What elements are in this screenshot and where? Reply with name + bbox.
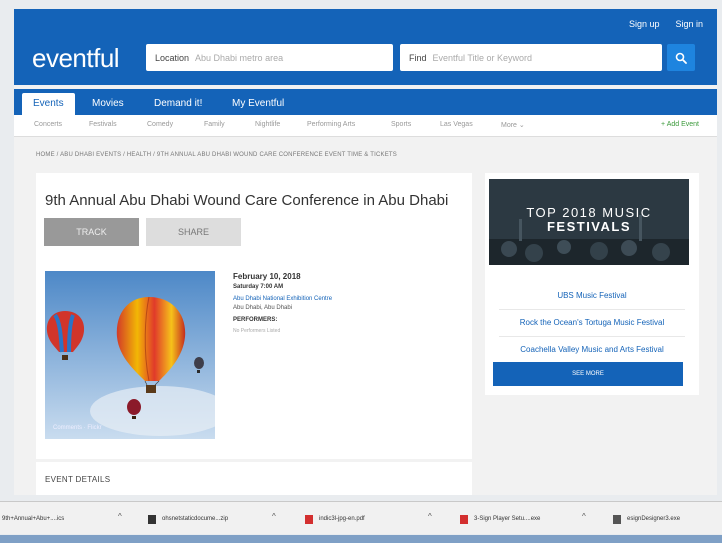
event-details-card: EVENT DETAILS (36, 462, 472, 495)
category-sports[interactable]: Sports (391, 121, 411, 128)
tab-movies[interactable]: Movies (92, 93, 124, 115)
account-links: Sign up Sign in (629, 19, 703, 29)
share-button[interactable]: SHARE (146, 218, 241, 246)
download-filename: esignDesigner3.exe (627, 516, 681, 522)
installer-icon (613, 514, 621, 524)
category-more[interactable]: More ⌄ (501, 121, 525, 129)
location-value: Abu Dhabi metro area (195, 52, 284, 63)
category-festivals[interactable]: Festivals (89, 121, 117, 128)
location-label: Location (155, 52, 190, 63)
os-taskbar (0, 535, 722, 543)
category-las-vegas[interactable]: Las Vegas (440, 121, 473, 128)
tab-events[interactable]: Events (22, 93, 75, 115)
performers-heading: PERFORMERS: (233, 317, 278, 323)
download-item[interactable]: ohsnetstaticdocume...zip (148, 513, 228, 525)
divider (499, 336, 685, 337)
event-date: February 10, 2018 (233, 272, 301, 281)
category-comedy[interactable]: Comedy (147, 121, 173, 128)
venue-link[interactable]: Abu Dhabi National Exhibition Centre (233, 296, 332, 302)
divider (499, 309, 685, 310)
chevron-up-icon[interactable]: ^ (582, 512, 586, 521)
banner-text: TOP 2018 MUSIC FESTIVALS (489, 205, 689, 234)
festival-link[interactable]: Rock the Ocean's Tortuga Music Festival (485, 318, 699, 327)
installer-icon (460, 514, 468, 524)
music-festivals-banner[interactable]: TOP 2018 MUSIC FESTIVALS (489, 179, 689, 265)
category-nightlife[interactable]: Nightlife (255, 121, 280, 128)
tab-my-eventful[interactable]: My Eventful (232, 93, 284, 115)
find-label: Find (409, 52, 427, 63)
eventful-logo[interactable]: eventful (32, 43, 120, 74)
find-placeholder: Eventful Title or Keyword (432, 52, 533, 63)
breadcrumb[interactable]: HOME / ABU DHABI EVENTS / HEALTH / 9TH A… (36, 152, 397, 158)
download-item[interactable]: esignDesigner3.exe (613, 513, 680, 525)
festival-link[interactable]: UBS Music Festival (485, 291, 699, 300)
category-nav: Concerts Festivals Comedy Family Nightli… (14, 115, 717, 137)
performers-value: No Performers Listed (233, 328, 281, 334)
download-filename: ohsnetstaticdocume...zip (162, 516, 229, 522)
event-info: February 10, 2018 Saturday 7:00 AM Abu D… (233, 272, 332, 334)
sign-in-link[interactable]: Sign in (675, 19, 703, 29)
category-performing-arts[interactable]: Performing Arts (307, 121, 355, 128)
chevron-up-icon[interactable]: ^ (118, 512, 122, 521)
pdf-file-icon (305, 514, 313, 524)
find-input[interactable]: Find Eventful Title or Keyword (400, 44, 662, 71)
download-filename: 3-Sign Player Setu....exe (474, 516, 541, 522)
event-title: 9th Annual Abu Dhabi Wound Care Conferen… (45, 192, 449, 209)
event-day-time: Saturday 7:00 AM (233, 284, 284, 290)
zip-file-icon (148, 514, 156, 524)
download-item[interactable]: 3-Sign Player Setu....exe (460, 513, 540, 525)
search-icon (675, 52, 687, 64)
add-event-link[interactable]: + Add Event (661, 121, 699, 128)
track-button[interactable]: TRACK (44, 218, 139, 246)
category-family[interactable]: Family (204, 121, 225, 128)
event-details-heading: EVENT DETAILS (45, 475, 111, 484)
hot-air-balloons-image (45, 271, 215, 439)
image-caption: Comments · Flickr (53, 425, 102, 431)
main-tabs: Events Movies Demand it! My Eventful (14, 89, 717, 115)
chevron-up-icon[interactable]: ^ (428, 512, 432, 521)
chevron-up-icon[interactable]: ^ (272, 512, 276, 521)
eventful-page: Sign up Sign in eventful Location Abu Dh… (14, 9, 717, 495)
download-filename: indic3l-jpg-en.pdf (319, 516, 365, 522)
event-city: Abu Dhabi, Abu Dhabi (233, 305, 293, 311)
search-button[interactable] (667, 44, 695, 71)
event-card: 9th Annual Abu Dhabi Wound Care Conferen… (36, 173, 472, 459)
promo-card: TOP 2018 MUSIC FESTIVALS UBS Music Festi… (485, 173, 699, 395)
event-image: Comments · Flickr (45, 271, 215, 439)
location-input[interactable]: Location Abu Dhabi metro area (146, 44, 393, 71)
downloads-bar: 9th+Annual+Abu+....ics ^ ohsnetstaticdoc… (0, 501, 722, 534)
banner-line-2: FESTIVALS (546, 219, 632, 234)
download-filename: 9th+Annual+Abu+....ics (2, 516, 65, 522)
site-header: Sign up Sign in eventful Location Abu Dh… (14, 9, 717, 85)
download-item[interactable]: 9th+Annual+Abu+....ics (2, 513, 64, 525)
sign-up-link[interactable]: Sign up (629, 19, 660, 29)
tab-demand-it[interactable]: Demand it! (154, 93, 202, 115)
category-concerts[interactable]: Concerts (34, 121, 62, 128)
banner-line-1: TOP 2018 MUSIC (526, 205, 652, 220)
download-item[interactable]: indic3l-jpg-en.pdf (305, 513, 365, 525)
festival-link[interactable]: Coachella Valley Music and Arts Festival (485, 345, 699, 354)
see-more-button[interactable]: SEE MORE (493, 362, 683, 386)
